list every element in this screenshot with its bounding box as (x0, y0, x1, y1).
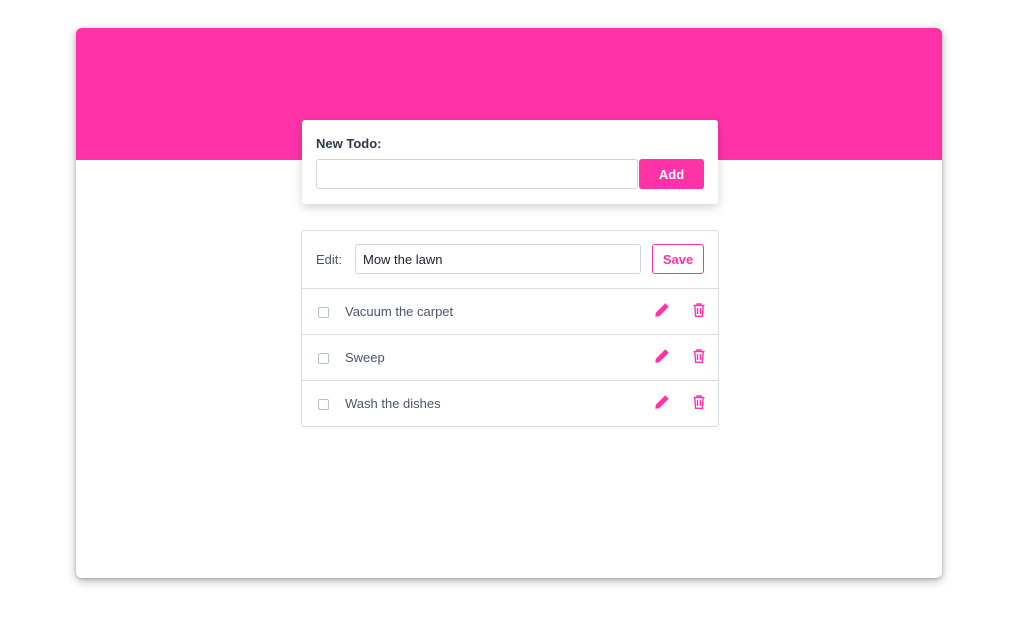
todo-checkbox[interactable] (318, 307, 329, 318)
trash-icon[interactable] (691, 348, 709, 366)
todo-checkbox[interactable] (318, 399, 329, 410)
add-button[interactable]: Add (639, 159, 704, 189)
todo-text: Vacuum the carpet (345, 304, 454, 319)
save-button[interactable]: Save (652, 244, 704, 274)
new-todo-card: New Todo: Add (302, 120, 718, 204)
app-window: New Todo: Add Edit: Save Vacuum the carp… (76, 28, 942, 578)
new-todo-input[interactable] (316, 159, 638, 189)
pencil-icon[interactable] (654, 348, 672, 366)
edit-input[interactable] (355, 244, 641, 274)
todo-text: Sweep (345, 350, 385, 365)
edit-label: Edit: (316, 252, 343, 267)
todo-text: Wash the dishes (345, 396, 441, 411)
todo-item: Wash the dishes (302, 381, 718, 426)
pencil-icon[interactable] (654, 302, 672, 320)
todo-item: Sweep (302, 335, 718, 381)
todo-checkbox[interactable] (318, 353, 329, 364)
edit-row: Edit: Save (302, 231, 718, 289)
new-todo-label: New Todo: (316, 136, 382, 151)
todo-item: Vacuum the carpet (302, 289, 718, 335)
todo-list: Edit: Save Vacuum the carpet Sweep (301, 230, 719, 427)
trash-icon[interactable] (691, 394, 709, 412)
trash-icon[interactable] (691, 302, 709, 320)
pencil-icon[interactable] (654, 394, 672, 412)
